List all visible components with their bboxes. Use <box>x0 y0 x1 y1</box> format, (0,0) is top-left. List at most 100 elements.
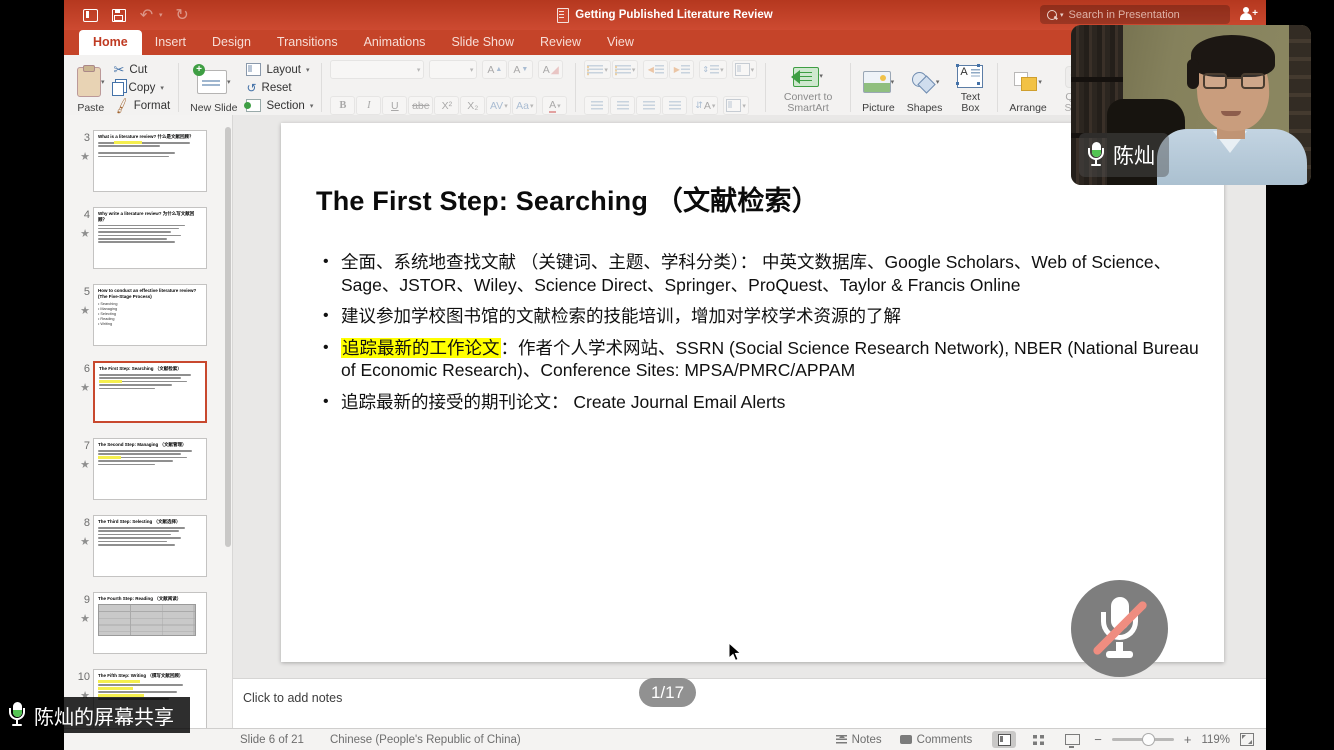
webcam-video-tile[interactable]: 陈灿 <box>1071 25 1311 185</box>
text-box-button[interactable]: A Text Box <box>949 59 991 116</box>
fit-to-window-button[interactable] <box>1240 733 1254 746</box>
columns-button[interactable]: ▾ <box>732 60 758 79</box>
group-divider <box>765 63 766 112</box>
transition-star-icon: ★ <box>80 381 92 394</box>
slide-sorter-view-button[interactable] <box>1026 731 1050 748</box>
subscript-button[interactable]: X₂ <box>460 96 485 115</box>
search-input[interactable]: ▾ Search in Presentation <box>1040 5 1230 24</box>
insert-group: ▾ Picture ▾ Shapes A Text Box <box>855 58 993 117</box>
tab-home[interactable]: Home <box>79 30 142 55</box>
arrange-button[interactable]: ▾ Arrange <box>1004 59 1051 116</box>
slide-sorter-icon <box>1033 735 1044 745</box>
thumbnail-slide-8[interactable]: The Third Step: Selecting （文献选择） <box>93 515 207 577</box>
tab-review[interactable]: Review <box>527 30 594 55</box>
thumbnail-slide-9[interactable]: The Fourth Step: Reading （文献阅读） <box>93 592 207 654</box>
align-left-button[interactable] <box>584 96 609 115</box>
arrange-icon <box>1014 72 1038 92</box>
thumbnail-slide-4[interactable]: Why write a literature review? 为什么写文献回顾？ <box>93 207 207 269</box>
slide-bullet-4: 追踪最新的接受的期刊论文： Create Journal Email Alert… <box>321 391 1199 414</box>
normal-view-button[interactable] <box>992 731 1016 748</box>
paste-button[interactable]: ▾ Paste <box>72 59 110 116</box>
picture-button[interactable]: ▾ Picture <box>857 59 900 116</box>
paragraph-group: ▾ ▾ ◀ ▶ ⇕▾ ▾ <box>580 58 761 117</box>
character-spacing-button[interactable]: AV▾ <box>486 96 511 115</box>
highlighted-text: 追踪最新的工作论文 <box>341 338 501 358</box>
italic-button[interactable]: I <box>356 96 381 115</box>
text-box-icon: A <box>957 65 983 88</box>
new-window-button[interactable] <box>82 8 99 23</box>
text-direction-button[interactable]: ⇵A▾ <box>692 96 718 115</box>
cut-button[interactable]: ✂Cut <box>114 62 171 77</box>
zoom-slider-knob[interactable] <box>1142 733 1155 746</box>
new-slide-button[interactable]: ▾ New Slide <box>185 59 242 116</box>
align-right-button[interactable] <box>636 96 661 115</box>
slide-bullet-list[interactable]: 全面、系统地查找文献 （关键词、主题、学科分类）： 中英文数据库、Google … <box>321 251 1199 422</box>
slide-thumb-row-4: 4★Why write a literature review? 为什么写文献回… <box>64 207 232 269</box>
thumbnail-slide-6[interactable]: The First Step: Searching （文献检索） <box>93 361 207 423</box>
change-case-button[interactable]: Aa▾ <box>512 96 537 115</box>
share-add-person-button[interactable]: + <box>1240 7 1258 22</box>
microphone-muted-button[interactable] <box>1071 580 1168 677</box>
convert-to-smartart-button[interactable]: ▾ Convert to SmartArt <box>772 59 844 116</box>
slide-thumbnail-pane: 3★What is a literature review? 什么是文献回顾？4… <box>64 115 233 728</box>
section-button[interactable]: Section ▾ <box>246 98 313 113</box>
copy-button[interactable]: Copy ▾ <box>114 80 171 95</box>
justify-button[interactable] <box>662 96 687 115</box>
slide-number: 5 <box>84 286 92 298</box>
shapes-button[interactable]: ▾ Shapes <box>902 59 948 116</box>
current-slide[interactable]: The First Step: Searching （文献检索） 全面、系统地查… <box>281 123 1224 662</box>
tab-insert[interactable]: Insert <box>142 30 199 55</box>
sidebar-scrollbar[interactable] <box>225 127 231 547</box>
reset-button[interactable]: ↺Reset <box>246 80 313 95</box>
thumbnail-title: The Third Step: Selecting （文献选择） <box>98 519 202 525</box>
format-painter-icon: 🖌 <box>112 96 131 114</box>
bullets-button[interactable]: ▾ <box>584 60 611 79</box>
save-button[interactable] <box>110 8 127 23</box>
notes-pane[interactable]: Click to add notes <box>233 678 1266 728</box>
thumbnail-slide-7[interactable]: The Second Step: Managing （文献管理） <box>93 438 207 500</box>
slideshow-view-button[interactable] <box>1060 731 1084 748</box>
comments-toggle-button[interactable]: Comments <box>900 734 973 746</box>
font-name-combo[interactable]: ▾ <box>330 60 424 79</box>
thumbnail-slide-3[interactable]: What is a literature review? 什么是文献回顾？ <box>93 130 207 192</box>
align-text-icon <box>726 99 741 112</box>
font-size-combo[interactable]: ▾ <box>429 60 477 79</box>
decrease-font-button[interactable]: A▼ <box>508 60 533 79</box>
tab-view[interactable]: View <box>594 30 647 55</box>
smartart-group: ▾ Convert to SmartArt <box>770 58 846 117</box>
clear-formatting-button[interactable]: A◢ <box>538 60 563 79</box>
superscript-button[interactable]: X² <box>434 96 459 115</box>
thumbnail-slide-5[interactable]: How to conduct an effective literature r… <box>93 284 207 346</box>
font-color-button[interactable]: A▾ <box>542 96 567 115</box>
numbering-button[interactable]: ▾ <box>612 60 639 79</box>
align-text-button[interactable]: ▾ <box>723 96 749 115</box>
decrease-indent-button[interactable]: ◀ <box>643 60 668 79</box>
zoom-in-button[interactable]: + <box>1184 732 1192 747</box>
tab-slide-show[interactable]: Slide Show <box>438 30 527 55</box>
notes-icon <box>836 735 847 744</box>
zoom-slider[interactable] <box>1112 738 1174 741</box>
line-spacing-button[interactable]: ⇕▾ <box>699 60 726 79</box>
underline-button[interactable]: U <box>382 96 407 115</box>
bold-button[interactable]: B <box>330 96 355 115</box>
tab-design[interactable]: Design <box>199 30 264 55</box>
strikethrough-button[interactable]: abe <box>408 96 433 115</box>
slide-title[interactable]: The First Step: Searching （文献检索） <box>316 179 819 218</box>
language-status[interactable]: Chinese (People's Republic of China) <box>330 734 521 746</box>
increase-indent-button[interactable]: ▶ <box>669 60 694 79</box>
zoom-level[interactable]: 119% <box>1201 734 1230 746</box>
redo-button[interactable]: ↻ <box>174 8 191 23</box>
smartart-icon <box>793 67 819 87</box>
copy-icon <box>112 82 124 96</box>
cut-icon: ✂ <box>114 62 125 78</box>
increase-font-button[interactable]: A▲ <box>482 60 507 79</box>
align-center-button[interactable] <box>610 96 635 115</box>
align-left-icon <box>591 101 603 110</box>
format-painter-button[interactable]: 🖌Format <box>114 98 171 113</box>
tab-transitions[interactable]: Transitions <box>264 30 351 55</box>
notes-toggle-button[interactable]: Notes <box>836 734 882 746</box>
layout-button[interactable]: Layout ▾ <box>246 62 313 77</box>
undo-button[interactable]: ↶ <box>138 8 155 23</box>
tab-animations[interactable]: Animations <box>351 30 439 55</box>
zoom-out-button[interactable]: − <box>1094 732 1102 747</box>
